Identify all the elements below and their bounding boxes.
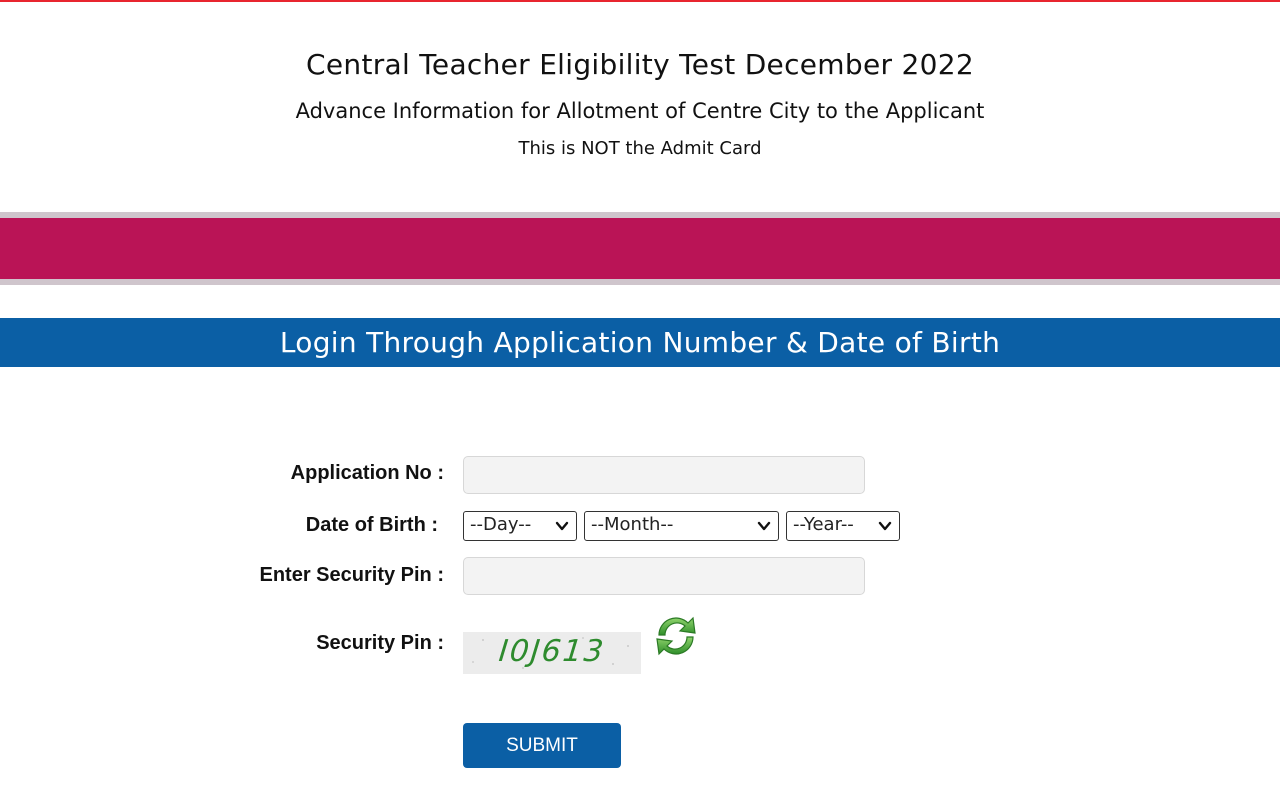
chevron-down-icon <box>555 521 569 531</box>
application-no-label: Application No : <box>290 462 444 484</box>
dob-month-value: --Month-- <box>591 514 674 535</box>
enter-security-pin-label: Enter Security Pin : <box>259 564 445 586</box>
admit-card-note: This is NOT the Admit Card <box>518 138 762 159</box>
security-pin-label: Security Pin : <box>316 632 444 654</box>
dob-day-value: --Day-- <box>470 514 532 535</box>
page-subtitle: Advance Information for Allotment of Cen… <box>295 99 985 123</box>
decorative-band <box>0 218 1280 279</box>
refresh-captcha-button[interactable] <box>650 611 702 661</box>
submit-button[interactable]: SUBMIT <box>463 723 621 768</box>
page-header: Central Teacher Eligibility Test Decembe… <box>0 0 1280 212</box>
security-pin-input[interactable] <box>463 557 865 595</box>
login-section-heading: Login Through Application Number & Date … <box>0 318 1280 367</box>
application-no-input[interactable] <box>463 456 865 494</box>
refresh-icon <box>656 616 696 656</box>
dob-year-select[interactable]: --Year-- <box>786 511 900 541</box>
dob-day-select[interactable]: --Day-- <box>463 511 577 541</box>
captcha-image: I0J613 <box>463 632 641 674</box>
date-of-birth-label: Date of Birth : <box>305 514 438 536</box>
chevron-down-icon <box>878 521 892 531</box>
dob-month-select[interactable]: --Month-- <box>584 511 779 541</box>
dob-year-value: --Year-- <box>793 514 854 535</box>
chevron-down-icon <box>757 521 771 531</box>
captcha-text: I0J613 <box>497 634 607 669</box>
page-title: Central Teacher Eligibility Test Decembe… <box>306 48 974 81</box>
